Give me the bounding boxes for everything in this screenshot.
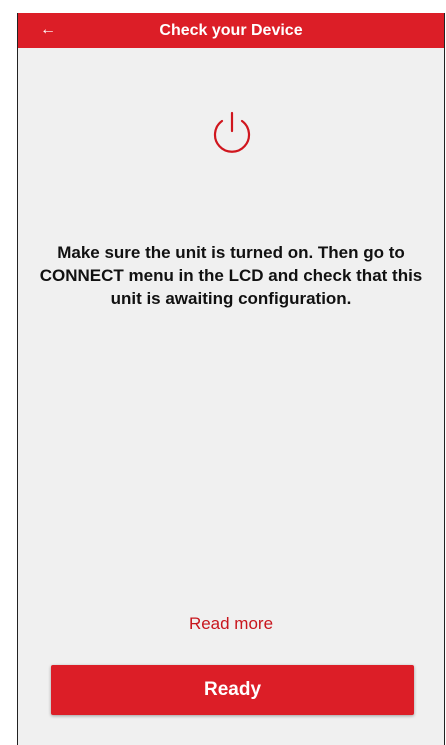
page-title: Check your Device bbox=[159, 22, 303, 39]
instruction-text: Make sure the unit is turned on. Then go… bbox=[39, 243, 423, 308]
power-icon bbox=[213, 111, 251, 153]
ready-button[interactable]: Ready bbox=[51, 665, 414, 715]
read-more-link[interactable]: Read more bbox=[18, 613, 444, 635]
device-check-screen: ← Check your Device Make sure the unit i… bbox=[17, 13, 445, 745]
app-bar: ← Check your Device bbox=[18, 13, 444, 48]
